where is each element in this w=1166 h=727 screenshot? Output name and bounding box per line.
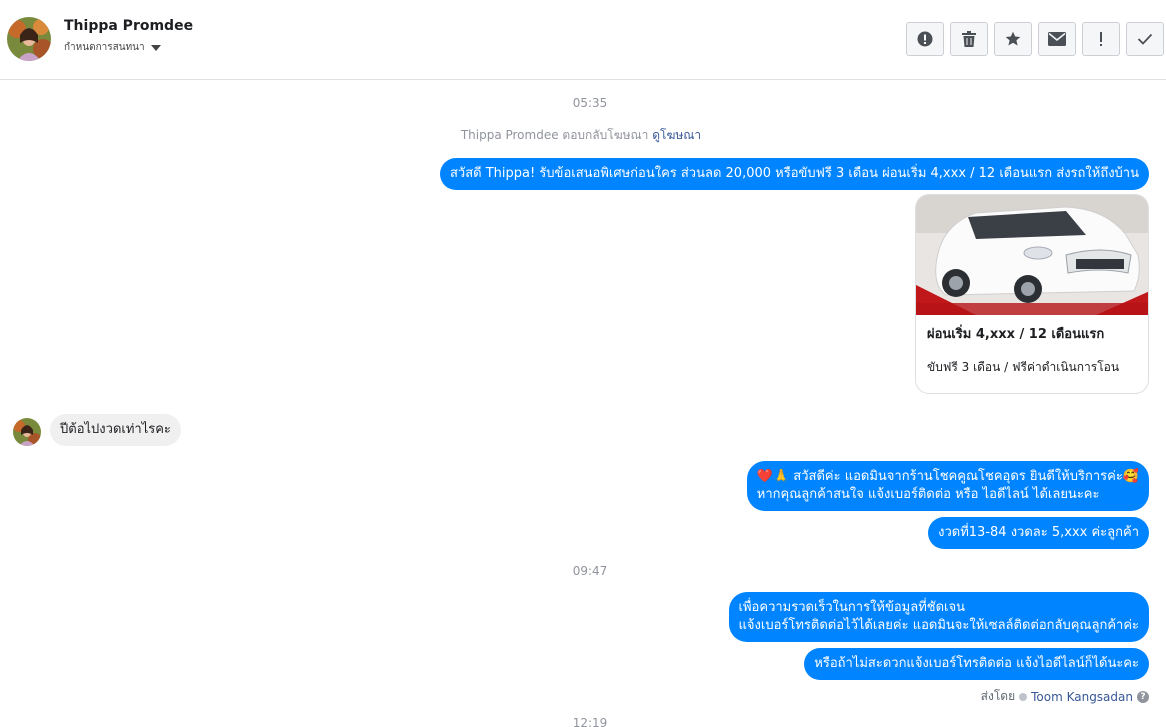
sender-avatar[interactable] — [13, 418, 41, 446]
ad-reply-note: Thippa Promdee ตอบกลับโฆษณา ดูโฆษณา — [0, 126, 1162, 145]
message-bubble-incoming[interactable]: ปีต้อไปงวดเท่าไรคะ — [50, 414, 181, 446]
mark-unread-button[interactable] — [1038, 22, 1076, 56]
trash-icon — [962, 31, 976, 47]
agent-status-icon — [1019, 692, 1028, 701]
car-image — [916, 195, 1148, 315]
view-ad-link[interactable]: ดูโฆษณา — [652, 128, 701, 142]
mark-spam-button[interactable] — [906, 22, 944, 56]
timestamp: 12:19 — [572, 716, 608, 727]
message-bubble-outgoing[interactable]: สวัสดี Thippa! รับข้อเสนอพิเศษก่อนใคร ส่… — [439, 158, 1149, 190]
sent-by-info: ส่งโดย Toom Kangsadan ? — [981, 687, 1149, 706]
ad-reply-text: Thippa Promdee ตอบกลับโฆษณา — [460, 128, 649, 142]
check-icon — [1137, 33, 1153, 45]
envelope-icon — [1048, 32, 1066, 46]
star-icon — [1005, 31, 1021, 46]
delete-button[interactable] — [950, 22, 988, 56]
spam-icon — [917, 31, 933, 47]
contact-name[interactable]: Thippa Promdee — [64, 18, 193, 34]
mark-done-button[interactable] — [1126, 22, 1164, 56]
follow-up-button[interactable] — [1082, 22, 1120, 56]
message-bubble-outgoing[interactable]: ❤️🙏 สวัสดีค่ะ แอดมินจากร้านโชคคูณโชคอุดร… — [746, 461, 1149, 511]
message-line: ❤️🙏 สวัสดีค่ะ แอดมินจากร้านโชคคูณโชคอุดร… — [756, 469, 1139, 484]
sent-by-name[interactable]: Toom Kangsadan — [1031, 690, 1133, 704]
message-thread[interactable]: 05:35 Thippa Promdee ตอบกลับโฆษณา ดูโฆษณ… — [0, 81, 1166, 727]
sent-by-label: ส่งโดย — [980, 689, 1016, 703]
caret-down-icon — [150, 44, 161, 51]
ad-card-subtitle: ขับฟรี 3 เดือน / ฟรีค่าดำเนินการโอน — [927, 360, 1120, 374]
ad-card-title: ผ่อนเริ่ม 4,xxx / 12 เดือนแรก — [927, 327, 1105, 342]
message-bubble-outgoing[interactable]: เพื่อความรวดเร็วในการให้ข้อมูลที่ชัดเจน … — [728, 592, 1149, 642]
message-bubble-outgoing[interactable]: งวดที่13-84 งวดละ 5,xxx ค่ะลูกค้า — [928, 517, 1149, 549]
contact-avatar[interactable] — [7, 17, 51, 61]
conversation-status-dropdown[interactable]: กำหนดการสนทนา — [64, 40, 161, 55]
timestamp: 05:35 — [572, 96, 608, 110]
conversation-status-label: กำหนดการสนทนา — [64, 42, 145, 53]
conversation-header: Thippa Promdee กำหนดการสนทนา — [0, 0, 1166, 80]
star-button[interactable] — [994, 22, 1032, 56]
message-bubble-outgoing[interactable]: หรือถ้าไม่สะดวกแจ้งเบอร์โทรติดต่อ แจ้งไอ… — [804, 648, 1149, 680]
message-line: หากคุณลูกค้าสนใจ แจ้งเบอร์ติดต่อ หรือ ไอ… — [756, 487, 1100, 502]
message-line: เพื่อความรวดเร็วในการให้ข้อมูลที่ชัดเจน — [738, 600, 965, 615]
help-icon[interactable]: ? — [1137, 690, 1149, 703]
message-line: แจ้งเบอร์โทรติดต่อไว้ได้เลยค่ะ แอดมินจะใ… — [738, 618, 1139, 633]
ad-card[interactable]: ผ่อนเริ่ม 4,xxx / 12 เดือนแรก ขับฟรี 3 เ… — [915, 194, 1149, 394]
exclamation-icon — [1100, 32, 1102, 46]
conversation-toolbar — [906, 22, 1164, 56]
timestamp: 09:47 — [572, 564, 608, 578]
